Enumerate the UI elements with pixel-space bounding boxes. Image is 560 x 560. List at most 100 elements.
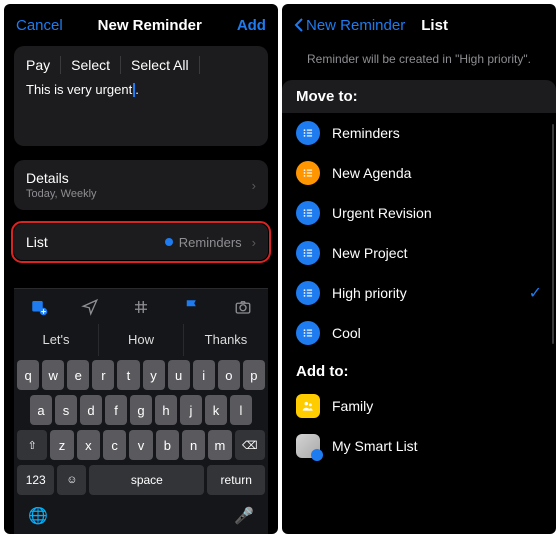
- key-shift[interactable]: ⇧: [17, 430, 47, 460]
- divider: [60, 56, 61, 74]
- key-i[interactable]: i: [193, 360, 215, 390]
- key-c[interactable]: c: [103, 430, 126, 460]
- location-icon[interactable]: [80, 297, 100, 317]
- list-option-label: Cool: [332, 325, 361, 341]
- key-l[interactable]: l: [230, 395, 252, 425]
- list-icon: [296, 241, 320, 265]
- key-emoji[interactable]: ☺: [57, 465, 86, 495]
- list-color-dot: [165, 238, 173, 246]
- key-b[interactable]: b: [156, 430, 179, 460]
- key-u[interactable]: u: [168, 360, 190, 390]
- list-option[interactable]: My Smart List: [282, 426, 556, 466]
- reminder-title-card: Pay Select Select All This is very urgen…: [14, 46, 268, 146]
- back-button[interactable]: New Reminder: [294, 17, 405, 34]
- scrollbar[interactable]: [552, 124, 554, 344]
- list-icon: [296, 201, 320, 225]
- key-d[interactable]: d: [80, 395, 102, 425]
- key-g[interactable]: g: [130, 395, 152, 425]
- key-k[interactable]: k: [205, 395, 227, 425]
- list-option-label: Urgent Revision: [332, 205, 432, 221]
- checkmark-icon: ✓: [529, 283, 542, 303]
- list-option-label: My Smart List: [332, 438, 418, 454]
- globe-icon[interactable]: 🌐: [28, 506, 48, 526]
- key-e[interactable]: e: [67, 360, 89, 390]
- key-123[interactable]: 123: [17, 465, 54, 495]
- nav-bar: Cancel New Reminder Add: [4, 4, 278, 46]
- move-to-list: Reminders New Agenda Urgent Revision New Pr…: [282, 113, 556, 353]
- key-a[interactable]: a: [30, 395, 52, 425]
- key-t[interactable]: t: [117, 360, 139, 390]
- mic-icon[interactable]: 🎤: [234, 506, 254, 526]
- key-x[interactable]: x: [77, 430, 100, 460]
- details-label: Details: [26, 170, 69, 186]
- notes-input[interactable]: This is very urgent.: [26, 82, 256, 136]
- left-screenshot: Cancel New Reminder Add Pay Select Selec…: [4, 4, 278, 534]
- suggestion[interactable]: How: [99, 324, 184, 356]
- list-option-label: High priority: [332, 285, 407, 301]
- key-j[interactable]: j: [180, 395, 202, 425]
- keyboard: qwertyuiop asdfghjkl ⇧zxcvbnm⌫ 123 ☺ spa…: [14, 356, 268, 502]
- page-title: List: [421, 17, 448, 34]
- key-n[interactable]: n: [182, 430, 205, 460]
- list-row[interactable]: List Reminders ›: [14, 224, 268, 260]
- suggestion[interactable]: Thanks: [184, 324, 268, 356]
- list-icon: [296, 161, 320, 185]
- chevron-right-icon: ›: [252, 178, 256, 193]
- keyboard-area: Let's How Thanks qwertyuiop asdfghjkl ⇧z…: [14, 288, 268, 534]
- tag-icon[interactable]: [131, 297, 151, 317]
- move-to-header: Move to:: [282, 80, 556, 113]
- list-option-label: New Agenda: [332, 165, 411, 181]
- list-option-label: Family: [332, 398, 373, 414]
- list-option[interactable]: New Project: [282, 233, 556, 273]
- title-input[interactable]: Pay: [26, 57, 50, 73]
- page-title: New Reminder: [98, 17, 202, 34]
- divider: [199, 56, 200, 74]
- list-icon: [296, 321, 320, 345]
- suggestion[interactable]: Let's: [14, 324, 99, 356]
- text-menu-select[interactable]: Select: [71, 57, 110, 73]
- add-to-header: Add to:: [282, 353, 556, 386]
- family-icon: [296, 394, 320, 418]
- key-r[interactable]: r: [92, 360, 114, 390]
- add-button[interactable]: Add: [237, 17, 266, 34]
- list-option[interactable]: Cool: [282, 313, 556, 353]
- calendar-add-icon[interactable]: [29, 297, 49, 317]
- list-option[interactable]: Urgent Revision: [282, 193, 556, 233]
- key-return[interactable]: return: [207, 465, 265, 495]
- right-screenshot: New Reminder List Reminder will be creat…: [282, 4, 556, 534]
- key-s[interactable]: s: [55, 395, 77, 425]
- cancel-button[interactable]: Cancel: [16, 17, 63, 34]
- add-to-list: Family My Smart List: [282, 386, 556, 466]
- key-w[interactable]: w: [42, 360, 64, 390]
- nav-bar: New Reminder List: [282, 4, 556, 46]
- flag-icon[interactable]: [182, 297, 202, 317]
- key-z[interactable]: z: [50, 430, 73, 460]
- list-option[interactable]: Reminders: [282, 113, 556, 153]
- key-backspace[interactable]: ⌫: [235, 430, 265, 460]
- list-icon: [296, 121, 320, 145]
- list-label: List: [26, 234, 48, 250]
- key-m[interactable]: m: [208, 430, 231, 460]
- key-v[interactable]: v: [129, 430, 152, 460]
- details-row[interactable]: Details Today, Weekly ›: [14, 160, 268, 210]
- key-p[interactable]: p: [243, 360, 265, 390]
- key-f[interactable]: f: [105, 395, 127, 425]
- key-h[interactable]: h: [155, 395, 177, 425]
- reminder-toolbar: [14, 288, 268, 324]
- key-q[interactable]: q: [17, 360, 39, 390]
- chevron-right-icon: ›: [252, 235, 256, 250]
- list-option-label: New Project: [332, 245, 407, 261]
- key-o[interactable]: o: [218, 360, 240, 390]
- list-option[interactable]: Family: [282, 386, 556, 426]
- divider: [120, 56, 121, 74]
- key-y[interactable]: y: [143, 360, 165, 390]
- smart-list-icon: [296, 434, 320, 458]
- text-menu-select-all[interactable]: Select All: [131, 57, 189, 73]
- camera-icon[interactable]: [233, 297, 253, 317]
- list-option-label: Reminders: [332, 125, 400, 141]
- list-option[interactable]: High priority ✓: [282, 273, 556, 313]
- key-space[interactable]: space: [89, 465, 204, 495]
- list-option[interactable]: New Agenda: [282, 153, 556, 193]
- header-subtext: Reminder will be created in "High priori…: [282, 46, 556, 78]
- details-value: Today, Weekly: [26, 188, 97, 200]
